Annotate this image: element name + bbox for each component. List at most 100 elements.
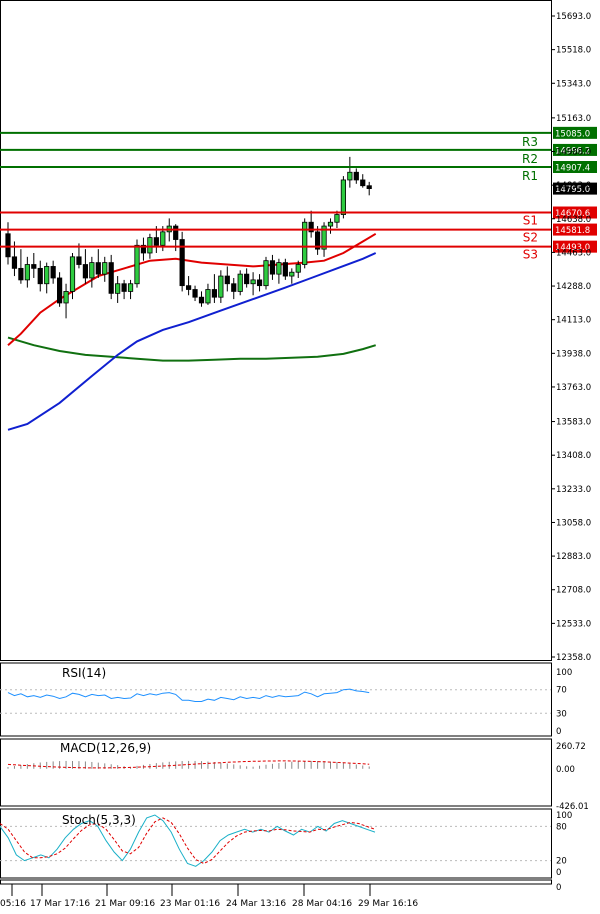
candle-body [121,283,127,292]
level-name-s3: S3 [523,248,538,262]
chart-canvas: R315085.0R214996.2R114907.4S1 14670.6S2 14… [0,0,600,914]
rsi-tick-label: 100 [556,668,572,678]
candle-body [82,264,88,279]
time-label: 17 Mar 17:16 [30,899,90,909]
candle-body [147,237,153,254]
stoch-label: Stoch(5,3,3) [62,813,136,827]
price-tick-label: 15693.0 [556,12,591,22]
candle-body [108,262,114,294]
macd-tick-label: 260.72 [556,742,586,752]
level-value-s2: 14581.8 [555,226,590,236]
bottom-strip-label: 0 [556,883,561,893]
candle-body [134,244,140,285]
time-label: 21 Mar 09:16 [95,899,155,909]
candle-body [244,273,250,285]
price-tick-label: 15518.0 [556,46,591,56]
level-value-r3: 15085.0 [555,129,590,139]
rsi-tick-label: 0 [556,727,561,737]
time-label: 28 Mar 04:16 [292,899,352,909]
candle-body [269,260,276,275]
candle-body [50,266,56,279]
candle-body [218,275,224,298]
candle-body [347,171,353,181]
candle-body [282,262,288,277]
candle-body [185,285,192,290]
price-tick-label: 13583.0 [556,418,591,428]
candle-body [173,225,179,240]
rsi-tick-label: 70 [556,686,567,696]
candle-body [76,256,82,265]
candle-body [18,267,24,281]
price-tick-label: 14288.0 [556,282,591,292]
candle-body [95,262,101,275]
stoch-tick-label: 80 [556,822,567,832]
time-label: 23 Mar 01:16 [160,899,220,909]
level-name-r3: R3 [522,135,538,149]
candle-body [263,260,269,287]
price-tick-label: 12533.0 [556,619,591,629]
candle-body [160,231,166,246]
candle-body [44,266,50,285]
candle-body [5,233,11,258]
candle-body [192,289,198,298]
candle-body [63,291,69,304]
candle-body [340,179,347,215]
candle-body [360,179,366,187]
candle-body [57,277,63,304]
candle [237,270,243,296]
price-tick-label: 14988.0 [556,148,591,158]
candle-body [250,279,256,285]
level-name-r2: R2 [522,152,538,166]
stoch-tick-label: 0 [556,868,561,878]
candle-body [289,271,295,277]
candle-body [198,296,205,304]
candle-body [295,264,301,273]
candle-body [37,267,43,285]
price-tick-label: 12883.0 [556,552,591,562]
price-tick-label: 12358.0 [556,653,591,663]
candle [179,231,185,292]
price-tick-label: 13233.0 [556,485,591,495]
candle-body [211,289,217,298]
candle-body [115,283,121,294]
price-tick-label: 15163.0 [556,114,591,124]
price-tick-label: 13763.0 [556,383,591,393]
candle-body [24,264,30,281]
stoch-tick-label: 20 [556,857,567,867]
candle-body [31,264,37,269]
price-tick-label: 14113.0 [556,316,591,326]
candle-body [237,273,243,292]
rsi-tick-label: 30 [556,709,567,719]
price-tick-label: 14638.0 [556,215,591,225]
price-tick-label: 15343.0 [556,79,591,89]
candle-body [224,275,230,285]
candle-body [127,283,134,292]
candle-body [69,256,76,292]
candle-body [256,279,263,287]
time-label: 24 Mar 13:16 [226,899,286,909]
candle-body [89,262,95,279]
macd-label: MACD(12,26,9) [60,741,151,755]
time-label: 29 Mar 16:16 [358,899,418,909]
candle-body [353,171,359,181]
price-tick-label: 13938.0 [556,349,591,359]
candle-body [366,185,372,189]
candle-body [11,256,18,269]
candle [302,218,308,269]
price-tick-label: 14463.0 [556,248,591,258]
candle-body [153,237,159,246]
candle-body [276,262,282,275]
time-label: 05:16 [0,899,26,909]
candle [263,256,269,290]
candle-body [334,214,340,223]
macd-tick-label: 0.00 [556,765,575,775]
price-tick-label: 13058.0 [556,518,591,528]
candle-body [231,283,237,292]
price-tick-label: 12708.0 [556,586,591,596]
rsi-label: RSI(14) [62,666,106,680]
candle-body [327,221,334,227]
candle-body [205,289,211,304]
stoch-tick-label: 100 [556,811,572,821]
level-name-r1: R1 [522,169,538,183]
level-value-r1: 14907.4 [555,163,590,173]
